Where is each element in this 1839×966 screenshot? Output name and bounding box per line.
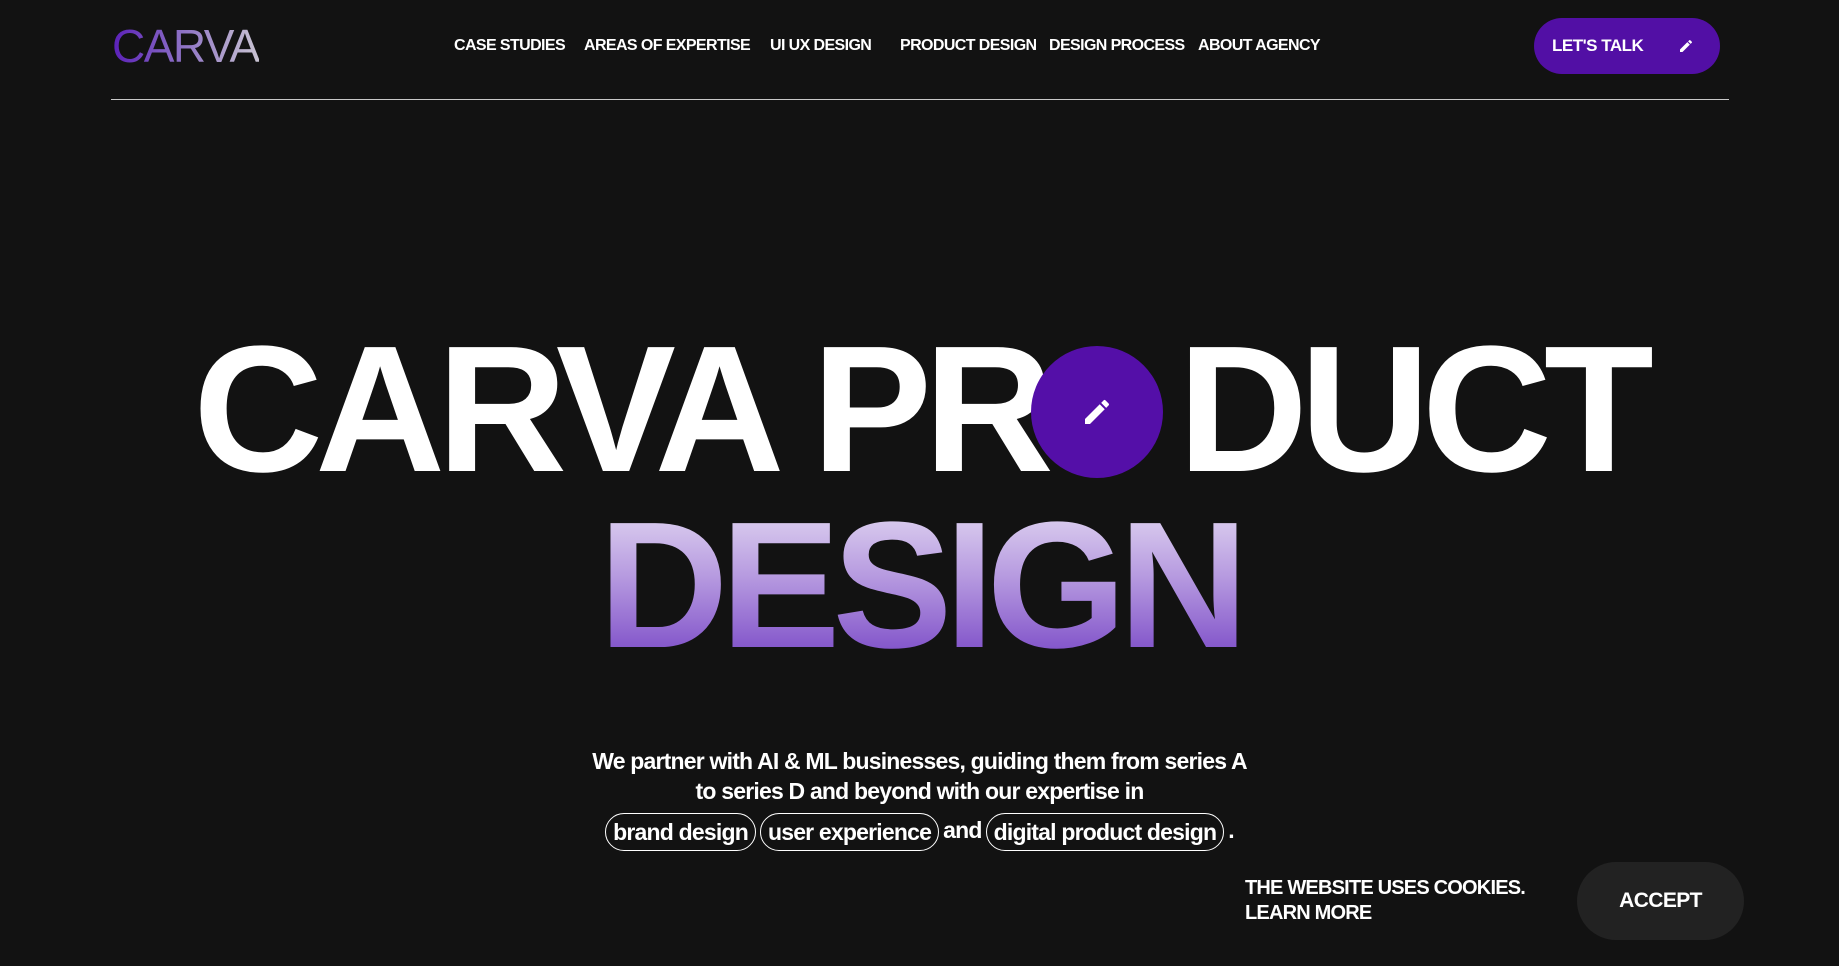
lets-talk-label: LET'S TALK [1552, 36, 1644, 55]
connector-text: and [943, 817, 982, 843]
pill-user-experience[interactable]: user experience [759, 812, 940, 851]
nav-design-process[interactable]: DESIGN PROCESS [1049, 36, 1185, 56]
pencil-icon [1085, 399, 1110, 424]
nav-product-design[interactable]: PRODUCT DESIGN [900, 36, 1037, 56]
expertise-row: brand design user experience and digital pr… [0, 812, 1839, 851]
hero-title-line2: DESIGN [0, 496, 1839, 676]
description-line2: to series D and beyond with our expertis… [695, 778, 1145, 804]
pencil-icon [1680, 39, 1693, 52]
hero-title-part1: CARVA PR [193, 309, 1054, 510]
lets-talk-button[interactable]: LET'S TALK [1534, 18, 1720, 74]
hero-description: We partner with AI & ML businesses, guid… [0, 746, 1839, 806]
nav-areas-of-expertise[interactable]: AREAS OF EXPERTISE [584, 36, 751, 56]
nav-ui-ux-design[interactable]: UI UX DESIGN [770, 36, 872, 56]
cookie-notice-text: THE WEBSITE USES COOKIES. [1245, 877, 1526, 899]
hero-title-part2: DUCT [1177, 309, 1654, 510]
hero-pencil-circle[interactable] [1031, 346, 1163, 478]
header-divider [111, 99, 1729, 100]
pill-digital-product-design[interactable]: digital product design [985, 812, 1225, 851]
description-line1: We partner with AI & ML businesses, guid… [592, 748, 1247, 774]
nav-case-studies[interactable]: CASE STUDIES [454, 36, 566, 56]
pill-brand-design[interactable]: brand design [605, 812, 756, 851]
cookie-accept-button[interactable]: ACCEPT [1577, 862, 1744, 940]
description-period: . [1228, 817, 1234, 843]
nav-about-agency[interactable]: ABOUT AGENCY [1198, 36, 1321, 56]
cookie-learn-more-link[interactable]: LEARN MORE [1245, 901, 1372, 926]
hero-title-line1: CARVA PR DUCT [0, 320, 1839, 500]
hero-title-design: DESIGN [598, 485, 1248, 686]
